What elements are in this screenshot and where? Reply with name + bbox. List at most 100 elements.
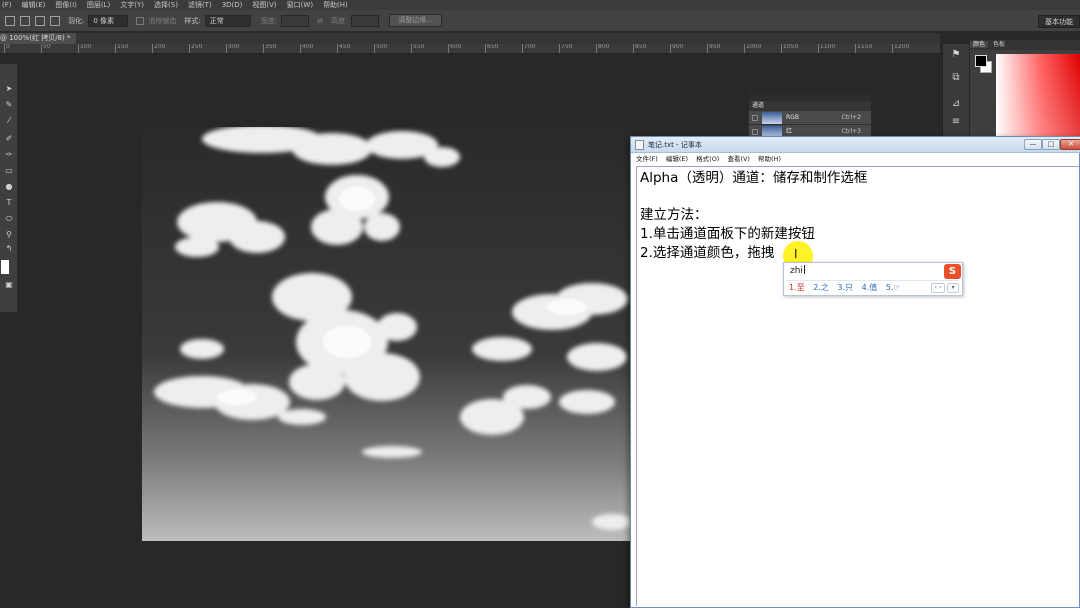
ps-menu-layer[interactable]: 图层(L): [87, 0, 110, 10]
ellipse-tool-icon[interactable]: ⬭: [4, 214, 14, 224]
subtract-selection-icon[interactable]: [35, 15, 45, 26]
quick-select-tool-icon[interactable]: ✎: [4, 100, 14, 110]
ruler-tick: 450: [337, 44, 350, 53]
tab-color[interactable]: 颜色: [970, 41, 989, 48]
add-selection-icon[interactable]: [20, 15, 30, 26]
ruler-tick: 800: [596, 44, 609, 53]
visibility-eye-icon[interactable]: [752, 115, 758, 121]
ps-menu-filter[interactable]: 滤镜(T): [188, 0, 212, 10]
ime-candidate[interactable]: 3.只: [837, 283, 853, 292]
adjustments-icon[interactable]: ≡: [950, 116, 962, 128]
brush-tool-icon[interactable]: ✐: [4, 134, 14, 144]
ime-page-nav-icon[interactable]: ‹ ›: [931, 283, 945, 293]
ps-menu-window[interactable]: 窗口(W): [287, 0, 313, 10]
ruler-tick: 750: [559, 44, 572, 53]
ps-menu-help[interactable]: 帮助(H): [323, 0, 348, 10]
ps-channels-panel: 通道 RGB Ctrl+2 红 Ctrl+3: [748, 92, 872, 142]
visibility-eye-icon[interactable]: [752, 129, 758, 135]
tab-swatches[interactable]: 色板: [990, 41, 1008, 48]
ime-candidate[interactable]: 1.至: [789, 283, 805, 292]
ruler-tick: 850: [633, 44, 646, 53]
feather-input[interactable]: 0 像素: [88, 14, 129, 27]
tab-channels[interactable]: 通道: [749, 101, 871, 111]
style-label: 样式:: [184, 16, 201, 25]
np-menu-help[interactable]: 帮助(H): [758, 155, 781, 163]
text-line: 建立方法：: [640, 207, 708, 223]
gradient-tool-icon[interactable]: ▭: [4, 166, 14, 176]
ps-menu-view[interactable]: 视图(V): [252, 0, 276, 10]
eyedropper-tool-icon[interactable]: ⁄: [4, 116, 14, 126]
ime-caret: [803, 265, 805, 274]
ps-doc-tab[interactable]: @ 100%(红 拷贝/8) *: [0, 33, 77, 44]
type-tool-icon[interactable]: T: [4, 198, 14, 208]
notepad-window: 笔记.txt - 记事本 — □ ✕ 文件(F) 编辑(E) 格式(O) 查看(…: [630, 136, 1080, 608]
dodge-tool-icon[interactable]: ●: [4, 182, 14, 192]
maximize-button[interactable]: □: [1042, 139, 1060, 150]
zoom-tool-icon[interactable]: ⚲: [4, 230, 14, 240]
ime-candidate-window: zhi S 1.至 2.之 3.只 4.值 5.☞ ‹ › ▾: [783, 262, 963, 296]
np-menu-view[interactable]: 查看(V): [727, 155, 750, 163]
ps-menubar: (F) 编辑(E) 图像(I) 图层(L) 文字(Y) 选择(S) 滤镜(T) …: [0, 0, 1080, 10]
np-menu-format[interactable]: 格式(O): [696, 155, 719, 163]
ruler-tick: 1000: [744, 44, 761, 53]
text-cursor-icon: I: [794, 247, 798, 261]
ruler-tick: 50: [41, 44, 51, 53]
width-label: 宽度:: [260, 16, 278, 25]
width-input[interactable]: [281, 14, 310, 27]
minimize-button[interactable]: —: [1024, 139, 1042, 150]
ps-tools-panel: ➤ ✎ ⁄ ✐ ✑ ▭ ● T ⬭ ⚲ ↰ ▣: [0, 64, 18, 312]
close-button[interactable]: ✕: [1060, 139, 1080, 150]
foreground-color-swatch[interactable]: [1, 260, 9, 274]
np-menu-file[interactable]: 文件(F): [636, 155, 658, 163]
history-panel-icon[interactable]: ⚑: [950, 49, 962, 61]
ruler-tick: 150: [115, 44, 128, 53]
channels-panel-header[interactable]: [749, 93, 871, 101]
foreground-swatch[interactable]: [975, 55, 987, 67]
ps-menu-file[interactable]: (F): [2, 0, 12, 10]
text-line: 2.选择通道颜色，拖拽: [640, 245, 775, 261]
np-menu-edit[interactable]: 编辑(E): [666, 155, 688, 163]
properties-panel-icon[interactable]: ⧉: [950, 72, 962, 84]
ps-menu-type[interactable]: 文字(Y): [120, 0, 144, 10]
swap-colors-icon[interactable]: ↰: [4, 244, 14, 254]
ps-menu-select[interactable]: 选择(S): [154, 0, 178, 10]
ps-menu-3d[interactable]: 3D(D): [222, 0, 243, 10]
ruler-tick: 400: [300, 44, 313, 53]
ime-divider: [787, 280, 959, 281]
notepad-text-area[interactable]: Alpha（透明）通道：储存和制作选框 建立方法： 1.单击通道面板下的新建按钮…: [636, 166, 1079, 606]
ruler-tick: 1100: [818, 44, 835, 53]
antialias-checkbox[interactable]: [136, 16, 145, 25]
ps-menu-edit[interactable]: 编辑(E): [22, 0, 46, 10]
new-selection-icon[interactable]: [5, 15, 15, 26]
history-brush-tool-icon[interactable]: ✑: [4, 150, 14, 160]
ps-menu-image[interactable]: 图像(I): [55, 0, 77, 10]
color-spectrum[interactable]: [996, 54, 1080, 136]
ps-canvas-image[interactable]: [142, 127, 632, 541]
channel-row[interactable]: RGB Ctrl+2: [749, 111, 871, 125]
quick-mask-icon[interactable]: ▣: [4, 280, 14, 290]
ruler-tick: 300: [226, 44, 239, 53]
ruler-tick: 350: [263, 44, 276, 53]
sogou-logo-icon[interactable]: S: [944, 264, 961, 279]
refine-edge-button[interactable]: 调整边缘...: [389, 14, 442, 27]
style-select[interactable]: 正常: [204, 14, 251, 27]
ruler-tick: 250: [189, 44, 202, 53]
notepad-menubar: 文件(F) 编辑(E) 格式(O) 查看(V) 帮助(H): [636, 154, 1076, 165]
ime-candidates: 1.至 2.之 3.只 4.值 5.☞: [789, 282, 907, 294]
ruler-tick: 650: [485, 44, 498, 53]
intersect-selection-icon[interactable]: [50, 15, 60, 26]
height-input[interactable]: [351, 14, 380, 27]
ruler-tick: 600: [448, 44, 461, 53]
clouds-image: [142, 127, 632, 541]
swap-icon[interactable]: ⇄: [317, 17, 323, 25]
ime-candidate[interactable]: 2.之: [813, 283, 829, 292]
move-tool-icon[interactable]: ➤: [4, 84, 14, 94]
workspace-switcher[interactable]: 基本功能: [1038, 15, 1080, 28]
notepad-titlebar[interactable]: 笔记.txt - 记事本 — □ ✕: [631, 137, 1080, 153]
ime-expand-icon[interactable]: ▾: [947, 283, 959, 293]
ime-candidate[interactable]: 5.☞: [886, 283, 901, 292]
ruler-tick: 950: [707, 44, 720, 53]
tool-presets-icon[interactable]: ⊿: [950, 98, 962, 110]
ps-options-bar: 羽化: 0 像素 消除锯齿 样式: 正常 宽度: ⇄ 高度: 调整边缘... 基…: [0, 10, 1080, 32]
ime-candidate[interactable]: 4.值: [862, 283, 878, 292]
